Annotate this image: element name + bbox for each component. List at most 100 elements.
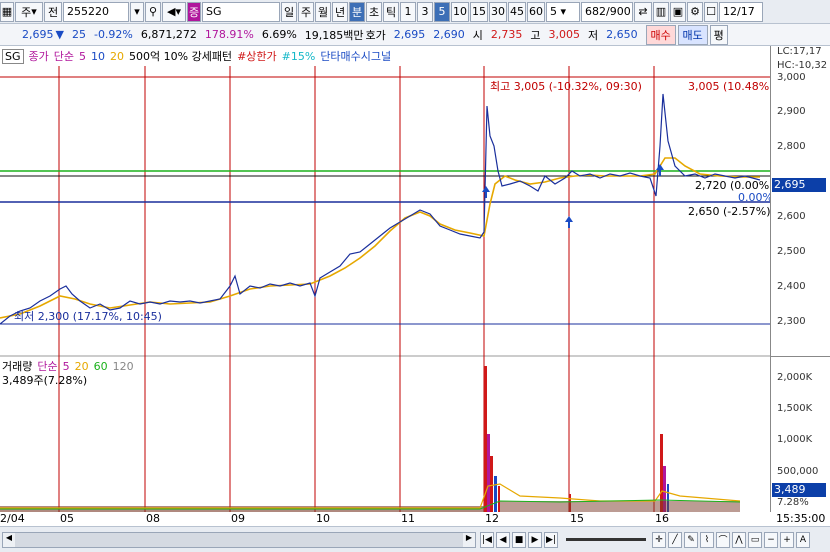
open-label: 시 bbox=[472, 28, 483, 42]
signal-15pct: #15% bbox=[281, 49, 316, 63]
tool3-icon[interactable]: ⌒ bbox=[716, 531, 730, 548]
bottom-controls: ◀ ▶ |◀ ◀ ■ ▶ ▶| ✛ ╱ ✎ ⌇ ⌒ ⋀ ▭ − + A bbox=[0, 526, 830, 552]
volume-ma60-label: 60 bbox=[93, 359, 108, 373]
volume-value: 6,871,272 bbox=[140, 28, 197, 41]
tool4-icon[interactable]: ⋀ bbox=[732, 531, 746, 548]
period-tick[interactable]: 틱 bbox=[383, 1, 399, 22]
date-label: 10 bbox=[316, 512, 330, 525]
period-day[interactable]: 일 bbox=[281, 1, 297, 22]
date-label: 16 bbox=[655, 512, 669, 525]
tool-icon[interactable]: ✎ bbox=[684, 531, 698, 548]
buy-button[interactable]: 매수 bbox=[645, 24, 676, 45]
minute-30[interactable]: 30 bbox=[489, 1, 507, 22]
time-label: 15:35:00 bbox=[776, 512, 826, 525]
settings-toggle-icon[interactable]: ⇄ bbox=[634, 1, 652, 22]
open-price: 2,735 bbox=[490, 28, 523, 41]
scroll-left-icon[interactable]: ◀ bbox=[3, 532, 15, 547]
chart-layout-icon[interactable]: ▥ bbox=[653, 1, 669, 22]
ma-label: 단순 bbox=[53, 50, 75, 63]
checkbox-icon[interactable]: ☐ bbox=[704, 1, 718, 22]
code-prefix[interactable]: 전 bbox=[44, 1, 62, 22]
bid-price: 2,690 bbox=[433, 28, 465, 41]
search-icon[interactable]: ⚲ bbox=[145, 1, 161, 22]
price-change-pct: -0.92% bbox=[93, 28, 133, 41]
volume-ma20-label: 20 bbox=[74, 359, 89, 373]
minute-60[interactable]: 60 bbox=[527, 1, 545, 22]
date-label: 05 bbox=[60, 512, 74, 525]
minute-3[interactable]: 3 bbox=[417, 1, 433, 22]
scrollbar[interactable]: ◀ ▶ bbox=[2, 531, 476, 548]
scroll-right-icon[interactable]: ▶ bbox=[463, 532, 475, 547]
axis-2800: 2,800 bbox=[777, 141, 806, 152]
zoom-in-icon[interactable]: + bbox=[780, 531, 794, 548]
play-icon[interactable]: ▶ bbox=[528, 531, 542, 548]
save-icon[interactable]: ▣ bbox=[670, 1, 686, 22]
axis-2300: 2,300 bbox=[777, 316, 806, 327]
signal-500: 500억 10% 강세패턴 bbox=[129, 50, 233, 63]
low-note: 최저 2,300 (17.17%, 10:45) bbox=[14, 310, 162, 323]
volume-badge: 3,489 bbox=[772, 483, 826, 497]
hoga-label: 호가 bbox=[365, 28, 386, 42]
minute-15[interactable]: 15 bbox=[470, 1, 488, 22]
custom-interval-input[interactable]: 5 ▾ bbox=[546, 1, 580, 22]
stock-tag: 증 bbox=[187, 1, 201, 22]
chart-canvas[interactable]: 최고 3,005 (-10.32%, 09:30) 3,005 (10.48%)… bbox=[0, 46, 770, 512]
period-second[interactable]: 초 bbox=[366, 1, 382, 22]
date-field[interactable]: 12/17 bbox=[719, 1, 763, 22]
current-price: 2,695 bbox=[22, 28, 54, 41]
period-minute[interactable]: 분 bbox=[349, 1, 365, 22]
toolbar: ▦ 주 ▾ 전 255220 ▾ ⚲ ◀▾ 증 SG 일 주 월 년 분 초 틱 … bbox=[0, 0, 830, 24]
data-count-field[interactable]: 682/900 bbox=[581, 1, 633, 22]
volume-ratio: 178.91% bbox=[204, 28, 254, 41]
sell-button[interactable]: 매도 bbox=[677, 24, 708, 45]
axis-3000: 3,000 bbox=[777, 72, 806, 83]
minute-1[interactable]: 1 bbox=[400, 1, 416, 22]
zoom-out-icon[interactable]: − bbox=[764, 531, 778, 548]
signal-daytrade: 단타매수시그널 bbox=[320, 50, 392, 63]
lc-label: LC:17,17 bbox=[777, 46, 822, 57]
gear-icon[interactable]: ⚙ bbox=[687, 1, 703, 22]
high-right-note: 3,005 (10.48%) bbox=[688, 80, 770, 93]
stock-name-field[interactable]: SG bbox=[202, 1, 280, 22]
market-select[interactable]: 주 ▾ bbox=[15, 1, 43, 22]
axis-2500: 2,500 bbox=[777, 246, 806, 257]
first-icon[interactable]: |◀ bbox=[480, 531, 494, 548]
period-month[interactable]: 월 bbox=[315, 1, 331, 22]
last-icon[interactable]: ▶| bbox=[544, 531, 558, 548]
crosshair-icon[interactable]: ✛ bbox=[652, 531, 666, 548]
hc-label: HC:-10,32 bbox=[777, 60, 828, 71]
minute-5[interactable]: 5 bbox=[434, 1, 450, 22]
speed-slider[interactable] bbox=[566, 538, 646, 541]
high-label: 고 bbox=[530, 28, 541, 42]
stock-code-input[interactable]: 255220 bbox=[63, 1, 129, 22]
sound-icon[interactable]: ◀▾ bbox=[162, 1, 186, 22]
tool5-icon[interactable]: ▭ bbox=[748, 531, 762, 548]
prev-icon[interactable]: ◀ bbox=[496, 531, 510, 548]
stop-icon[interactable]: ■ bbox=[512, 531, 526, 548]
sg-tag[interactable]: SG bbox=[2, 48, 24, 64]
trendline-icon[interactable]: ╱ bbox=[668, 531, 682, 548]
axis-500k: 500,000 bbox=[777, 466, 819, 477]
date-label: 08 bbox=[146, 512, 160, 525]
minute-10[interactable]: 10 bbox=[451, 1, 469, 22]
period-year[interactable]: 년 bbox=[332, 1, 348, 22]
date-label: 2/04 bbox=[0, 512, 25, 525]
axis-2600: 2,600 bbox=[777, 211, 806, 222]
auto-icon[interactable]: A bbox=[796, 531, 810, 548]
dropdown-arrow-icon[interactable]: ▾ bbox=[130, 1, 144, 22]
high-note: 최고 3,005 (-10.32%, 09:30) bbox=[490, 80, 642, 93]
current-price-badge: 2,695 bbox=[772, 178, 826, 192]
axis-1500k: 1,500K bbox=[777, 403, 813, 414]
turnover-ratio: 6.69% bbox=[261, 28, 297, 41]
grid-icon[interactable]: ▦ bbox=[0, 1, 14, 22]
low-price: 2,650 bbox=[606, 28, 638, 41]
period-week[interactable]: 주 bbox=[298, 1, 314, 22]
minute-45[interactable]: 45 bbox=[508, 1, 526, 22]
volume-current: 3,489주(7.28%) bbox=[2, 374, 88, 387]
axis-2400: 2,400 bbox=[777, 281, 806, 292]
volume-ma120-label: 120 bbox=[112, 359, 134, 373]
tool2-icon[interactable]: ⌇ bbox=[700, 531, 714, 548]
volume-ma5: 5 bbox=[62, 359, 70, 373]
date-label: 12 bbox=[485, 512, 499, 525]
extra-button[interactable]: 평 bbox=[709, 24, 728, 45]
